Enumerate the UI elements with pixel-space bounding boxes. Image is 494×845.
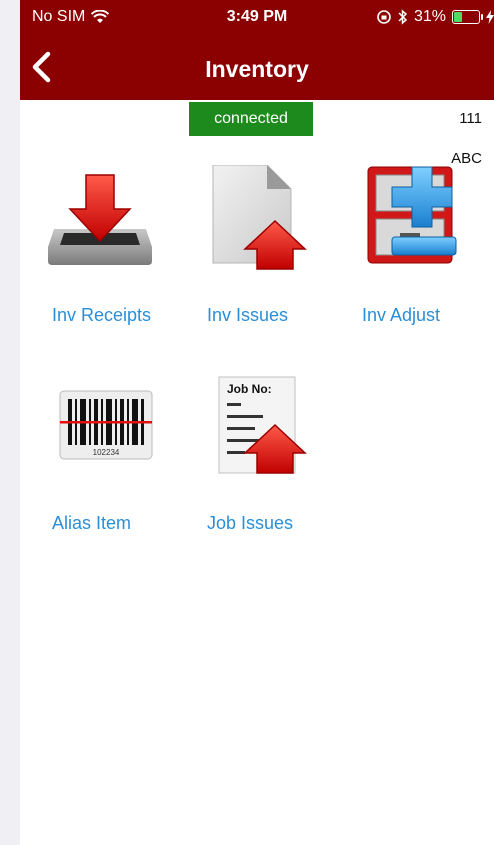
number-label: 111: [459, 110, 482, 127]
status-bar: No SIM 3:49 PM 31%: [20, 0, 494, 40]
nav-bar: Inventory: [20, 44, 494, 94]
tile-label: Alias Item: [52, 513, 132, 533]
left-margin: [0, 0, 20, 845]
status-right: 31%: [376, 8, 494, 26]
inbox-download-icon: [48, 174, 152, 265]
page-title: Inventory: [205, 56, 309, 82]
tile-label: Inv Issues: [207, 305, 289, 325]
tile-label: Inv Adjust: [362, 305, 441, 325]
connection-status-badge: connected: [189, 102, 313, 136]
battery-percent: 31%: [413, 8, 446, 25]
tile-label: Inv Receipts: [52, 305, 152, 325]
rotation-lock-icon: [377, 10, 391, 24]
cabinet-adjust-icon: [367, 166, 457, 264]
tile-label: Job Issues: [207, 513, 294, 533]
charging-bolt-icon: [486, 10, 494, 24]
battery-icon: [452, 10, 483, 24]
barcode-number: 102234: [93, 448, 120, 457]
bluetooth-icon: [398, 9, 408, 25]
document-upload-icon: [212, 165, 307, 270]
app-screen: No SIM 3:49 PM 31% Inventory connected 1…: [20, 0, 494, 845]
top-bar: No SIM 3:49 PM 31% Inventory: [20, 0, 494, 100]
barcode-icon: 102234: [59, 390, 153, 460]
job-no-text: Job No:: [227, 382, 272, 396]
job-document-icon: Job No:: [218, 376, 307, 474]
